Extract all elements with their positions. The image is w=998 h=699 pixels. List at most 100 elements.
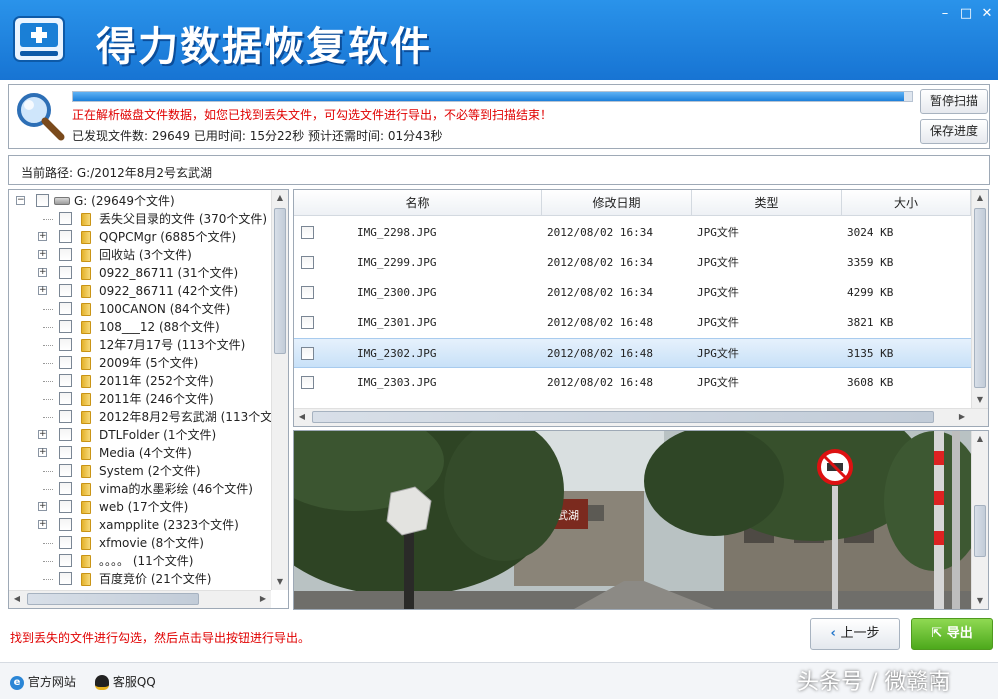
checkbox[interactable] [301,316,314,329]
checkbox[interactable] [301,286,314,299]
expand-icon[interactable]: + [38,286,47,295]
column-header-date[interactable]: 修改日期 [542,190,692,216]
scroll-down-icon[interactable]: ▼ [272,574,288,590]
checkbox[interactable] [59,392,72,405]
scroll-up-icon[interactable]: ▲ [972,431,988,447]
checkbox[interactable] [59,212,72,225]
file-horizontal-scrollbar[interactable]: ◀ ▶ [294,408,988,426]
checkbox[interactable] [59,536,72,549]
file-row[interactable]: IMG_2302.JPG 2012/08/02 16:48 JPG文件 3135 KB [294,338,971,368]
preview-vertical-scrollbar[interactable]: ▲ ▼ [971,431,988,609]
file-row[interactable]: IMG_2298.JPG 2012/08/02 16:34 JPG文件 3024 KB [294,218,971,248]
checkbox[interactable] [59,284,72,297]
checkbox[interactable] [301,226,314,239]
tree-item[interactable]: 12年7月17号 (113个文件) [9,336,271,354]
checkbox[interactable] [59,464,72,477]
checkbox[interactable] [59,356,72,369]
scroll-thumb[interactable] [312,411,934,423]
pause-scan-button[interactable]: 暂停扫描 [920,89,988,114]
checkbox[interactable] [59,302,72,315]
column-header-name[interactable]: 名称 [294,190,542,216]
scroll-left-icon[interactable]: ◀ [9,591,25,607]
tree-item[interactable]: 108___12 (88个文件) [9,318,271,336]
tree-item[interactable]: 2011年 (246个文件) [9,390,271,408]
back-button[interactable]: ‹ 上一步 [810,618,900,650]
close-button[interactable]: ✕ [979,6,995,22]
checkbox[interactable] [301,376,314,389]
file-row[interactable]: IMG_2299.JPG 2012/08/02 16:34 JPG文件 3359 KB [294,248,971,278]
tree-horizontal-scrollbar[interactable]: ◀ ▶ [9,590,271,608]
checkbox[interactable] [301,347,314,360]
tree-item[interactable]: + 回收站 (3个文件) [9,246,271,264]
tree-item[interactable]: 2012年8月2号玄武湖 (113个文 [9,408,272,426]
expand-icon[interactable]: + [38,520,47,529]
checkbox[interactable] [59,428,72,441]
expand-icon[interactable]: + [38,232,47,241]
tree-root[interactable]: − G: (29649个文件) [9,192,271,210]
expand-icon[interactable]: + [38,268,47,277]
tree-item[interactable]: 100CANON (84个文件) [9,300,271,318]
checkbox[interactable] [59,338,72,351]
checkbox[interactable] [59,410,72,423]
expand-icon[interactable]: + [38,502,47,511]
file-row[interactable]: IMG_2303.JPG 2012/08/02 16:48 JPG文件 3608 KB [294,368,971,398]
scroll-left-icon[interactable]: ◀ [294,409,310,425]
checkbox[interactable] [59,482,72,495]
tree-item[interactable]: +0922_86711 (31个文件) [9,264,271,282]
export-button[interactable]: ⇱ 导出 [911,618,993,650]
scroll-right-icon[interactable]: ▶ [954,409,970,425]
chevron-left-icon: ‹ [830,626,841,641]
checkbox[interactable] [59,266,72,279]
tree-item[interactable]: + web (17个文件) [9,498,271,516]
tree-item[interactable]: 2011年 (252个文件) [9,372,271,390]
scroll-thumb[interactable] [27,593,199,605]
checkbox[interactable] [59,230,72,243]
scroll-up-icon[interactable]: ▲ [972,190,988,206]
file-row[interactable]: IMG_2301.JPG 2012/08/02 16:48 JPG文件 3821 KB [294,308,971,338]
checkbox[interactable] [59,248,72,261]
checkbox[interactable] [59,374,72,387]
expand-icon[interactable]: + [38,448,47,457]
scroll-right-icon[interactable]: ▶ [255,591,271,607]
scroll-thumb[interactable] [974,208,986,388]
tree-vertical-scrollbar[interactable]: ▲ ▼ [271,190,288,590]
tree-item[interactable]: + QQPCMgr (6885个文件) [9,228,271,246]
file-row[interactable]: IMG_2300.JPG 2012/08/02 16:34 JPG文件 4299 KB [294,278,971,308]
checkbox[interactable] [301,256,314,269]
minimize-button[interactable]: – [937,6,953,22]
official-website-link[interactable]: e 官方网站 [10,673,76,690]
checkbox[interactable] [59,518,72,531]
checkbox[interactable] [59,320,72,333]
tree-item-label: 2011年 (252个文件) [99,374,214,388]
maximize-button[interactable]: □ [958,6,974,22]
tree-item[interactable]: + DTLFolder (1个文件) [9,426,271,444]
scroll-thumb[interactable] [274,208,286,354]
checkbox[interactable] [59,446,72,459]
checkbox[interactable] [59,554,72,567]
scroll-down-icon[interactable]: ▼ [972,593,988,609]
tree-item[interactable]: 百度竞价 (21个文件) [9,570,271,588]
scroll-thumb[interactable] [974,505,986,557]
customer-service-qq-link[interactable]: 客服QQ [95,673,156,690]
checkbox[interactable] [59,500,72,513]
save-progress-button[interactable]: 保存进度 [920,119,988,144]
tree-item[interactable]: xfmovie (8个文件) [9,534,271,552]
expand-icon[interactable]: + [38,430,47,439]
tree-item[interactable]: + Media (4个文件) [9,444,271,462]
tree-item[interactable]: +0922_86711 (42个文件) [9,282,271,300]
column-header-size[interactable]: 大小 [842,190,971,216]
expand-icon[interactable]: + [38,250,47,259]
scroll-up-icon[interactable]: ▲ [272,190,288,206]
column-header-type[interactable]: 类型 [692,190,842,216]
file-vertical-scrollbar[interactable]: ▲ ▼ [971,190,988,408]
checkbox[interactable] [36,194,49,207]
tree-item[interactable]: + xampplite (2323个文件) [9,516,271,534]
tree-item[interactable]: 。。。。 (11个文件) [9,552,271,570]
tree-item[interactable]: System (2个文件) [9,462,271,480]
collapse-icon[interactable]: − [16,196,25,205]
checkbox[interactable] [59,572,72,585]
scroll-down-icon[interactable]: ▼ [972,392,988,408]
tree-item[interactable]: 丢失父目录的文件 (370个文件) [9,210,271,228]
tree-item[interactable]: vima的水墨彩绘 (46个文件) [9,480,271,498]
tree-item[interactable]: 2009年 (5个文件) [9,354,271,372]
